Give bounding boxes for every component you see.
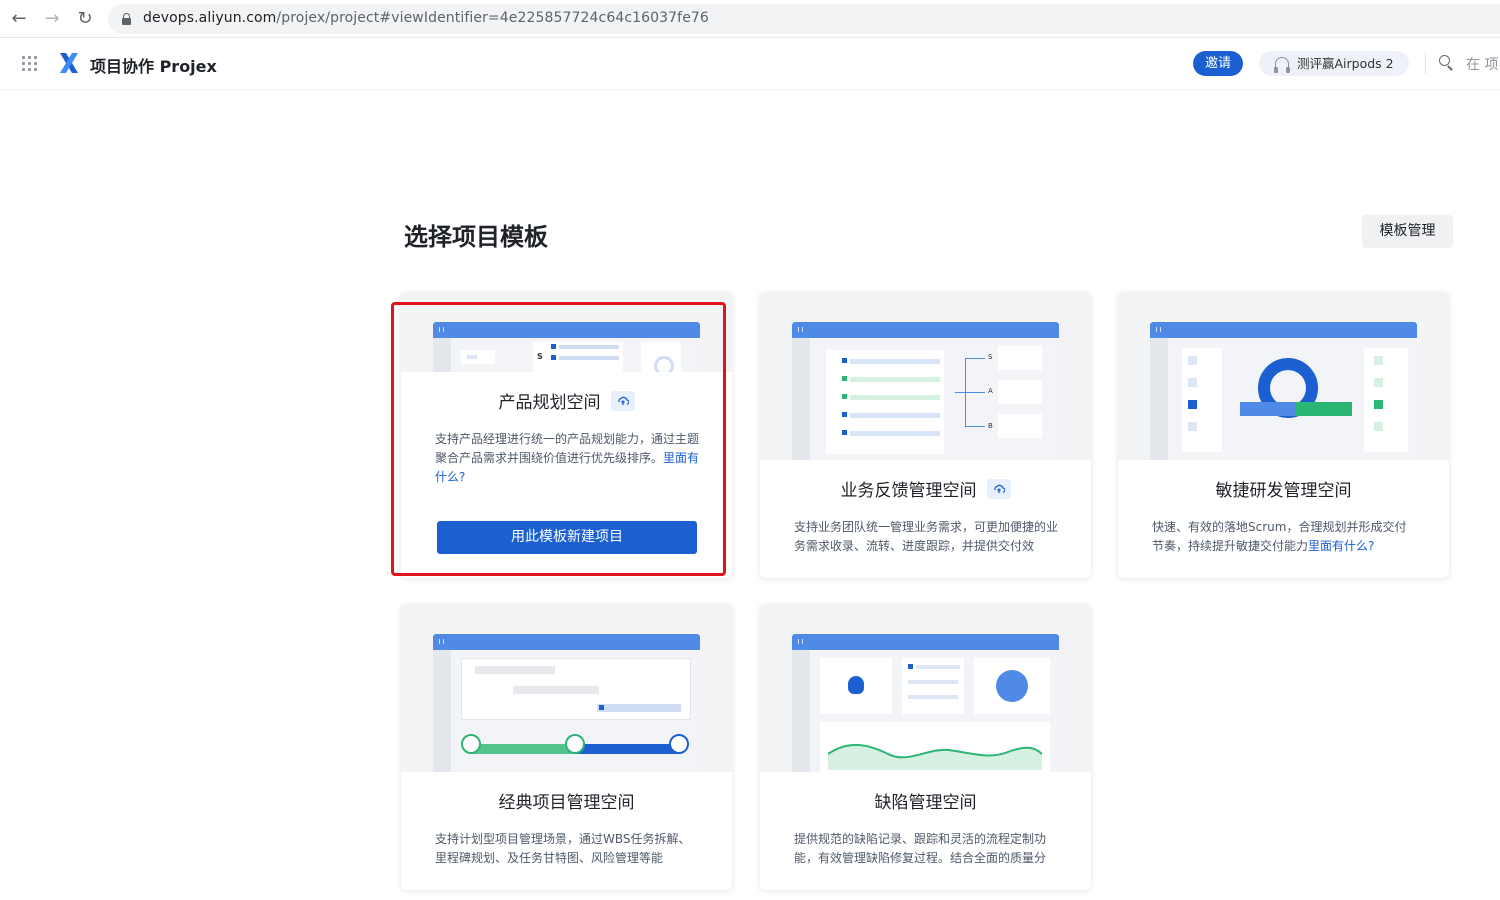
card-title: 缺陷管理空间 — [874, 793, 977, 813]
card-description: 提供规范的缺陷记录、跟踪和灵活的流程定制功能，有效管理缺陷修复过程。结合全面的质… — [794, 832, 1047, 865]
card-learn-more-link[interactable]: 里面有什么? — [1308, 539, 1374, 553]
header-divider — [1425, 53, 1426, 74]
card-title-row: 业务反馈管理空间 — [760, 476, 1091, 501]
url-path: /projex/project#viewIdentifier=4e2258577… — [276, 10, 709, 26]
headset-icon — [1274, 57, 1290, 73]
card-title-row: 缺陷管理空间 — [760, 788, 1091, 813]
invite-button[interactable]: 邀请 — [1193, 51, 1243, 76]
card-thumbnail — [760, 604, 1091, 772]
card-thumbnail: S — [401, 292, 732, 372]
card-title: 业务反馈管理空间 — [840, 481, 977, 501]
template-card-defect-management[interactable]: 缺陷管理空间 提供规范的缺陷记录、跟踪和灵活的流程定制功能，有效管理缺陷修复过程… — [760, 604, 1091, 890]
search-input-hint[interactable]: 在 项 — [1466, 54, 1498, 74]
lock-icon — [122, 13, 131, 25]
projex-logo-icon[interactable] — [57, 51, 81, 75]
card-description: 支持计划型项目管理场景，通过WBS任务拆解、里程碑规划、及任务甘特图、风险管理等… — [435, 832, 691, 865]
card-thumbnail: S A B — [760, 292, 1091, 460]
card-title: 敏捷研发管理空间 — [1215, 481, 1352, 501]
url-host: devops.aliyun.com — [143, 10, 277, 26]
back-arrow-icon[interactable]: ← — [8, 8, 30, 30]
thumb-label-s: S — [988, 353, 993, 361]
template-card-classic-project[interactable]: 经典项目管理空间 支持计划型项目管理场景，通过WBS任务拆解、里程碑规划、及任务… — [401, 604, 732, 890]
url-text: devops.aliyun.com/projex/project#viewIde… — [143, 10, 709, 26]
thumb-letter-s: S — [537, 352, 543, 361]
thumb-label-b: B — [988, 422, 993, 430]
search-icon[interactable] — [1439, 55, 1453, 71]
card-thumbnail — [401, 604, 732, 772]
browser-toolbar: ← → ↻ devops.aliyun.com/projex/project#v… — [0, 0, 1500, 38]
template-card-product-planning[interactable]: S 产品规划空间 支持产品经理进行统一的产品规划能力，通过主题聚合产品需求并围绕… — [401, 292, 732, 578]
app-header: 项目协作 Projex 邀请 测评赢Airpods 2 在 项 — [0, 39, 1500, 90]
cloud-badge-icon — [610, 391, 635, 411]
template-card-business-feedback[interactable]: S A B 业务反馈管理空间 支持业务团队统一管理业务需求，可更加便捷的业务需求… — [760, 292, 1091, 578]
thumb-label-a: A — [988, 387, 993, 395]
template-card-agile-dev[interactable]: 敏捷研发管理空间 快速、有效的落地Scrum，合理规划并形成交付节奏，持续提升敏… — [1118, 292, 1449, 578]
user-promo-label: 测评赢Airpods 2 — [1297, 56, 1394, 71]
app-title[interactable]: 项目协作 Projex — [90, 53, 217, 77]
forward-arrow-icon[interactable]: → — [41, 8, 63, 30]
use-template-button[interactable]: 用此模板新建项目 — [437, 521, 697, 554]
card-title: 产品规划空间 — [498, 393, 601, 413]
card-title-row: 敏捷研发管理空间 — [1118, 476, 1449, 501]
reload-icon[interactable]: ↻ — [74, 8, 96, 30]
card-description: 支持产品经理进行统一的产品规划能力，通过主题聚合产品需求并围绕价值进行优先级排序… — [435, 430, 701, 488]
card-title: 经典项目管理空间 — [498, 793, 635, 813]
card-description: 支持业务团队统一管理业务需求，可更加便捷的业务需求收录、流转、进度跟踪，并提供交… — [794, 520, 1059, 553]
bug-icon — [848, 676, 864, 694]
address-bar[interactable]: devops.aliyun.com/projex/project#viewIde… — [108, 4, 1500, 34]
card-thumbnail — [1118, 292, 1449, 460]
user-promo-pill[interactable]: 测评赢Airpods 2 — [1259, 51, 1409, 76]
template-manage-button[interactable]: 模板管理 — [1362, 215, 1453, 248]
card-description-text: 支持产品经理进行统一的产品规划能力，通过主题聚合产品需求并围绕价值进行优先级排序… — [435, 432, 700, 465]
card-title-row: 经典项目管理空间 — [401, 788, 732, 813]
app-switcher-grid-icon[interactable] — [22, 56, 38, 72]
cloud-badge-icon — [986, 479, 1011, 499]
page-title: 选择项目模板 — [404, 223, 548, 251]
card-title-row: 产品规划空间 — [401, 388, 732, 413]
card-description: 快速、有效的落地Scrum，合理规划并形成交付节奏，持续提升敏捷交付能力里面有什… — [1152, 518, 1418, 558]
